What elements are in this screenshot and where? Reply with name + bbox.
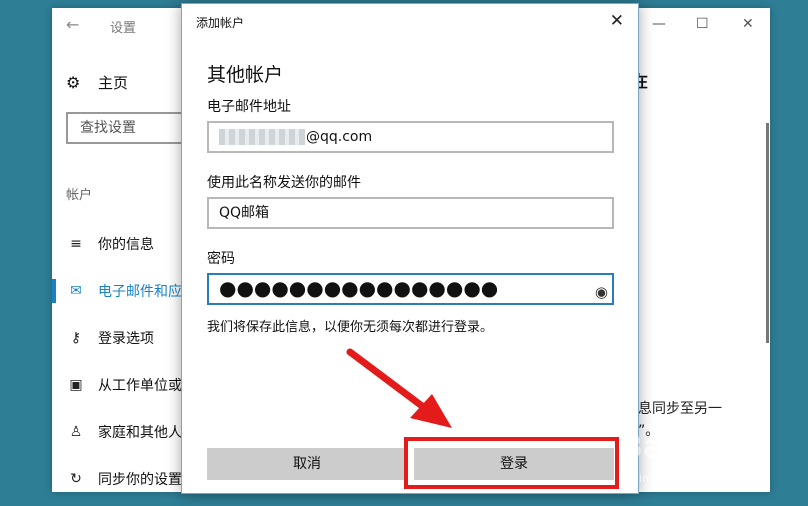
watermark-url: jingyan.baidu.com	[636, 472, 738, 485]
watermark-logo: Bai du	[620, 430, 727, 465]
